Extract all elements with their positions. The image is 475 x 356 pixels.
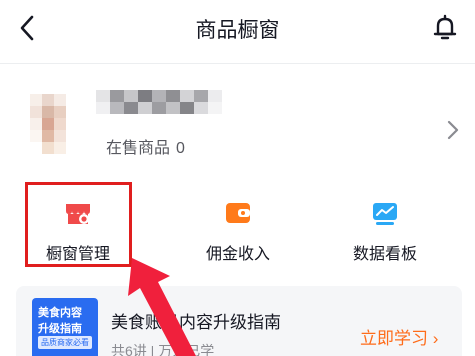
thumbnail-title-line2: 升级指南 xyxy=(38,323,82,335)
wallet-icon xyxy=(226,203,250,223)
annotation-highlight-box xyxy=(25,182,132,267)
chart-board-icon xyxy=(373,203,397,225)
on-sale-products: 在售商品 0 xyxy=(106,134,185,158)
username-pixelated xyxy=(96,90,222,114)
avatar xyxy=(22,88,84,160)
tool-data-board[interactable]: 数据看板 xyxy=(315,180,455,270)
bell-icon[interactable] xyxy=(430,13,460,43)
course-thumbnail: 美食内容 升级指南 品质商家必看 xyxy=(32,298,98,356)
tool-label: 数据看板 xyxy=(352,246,417,263)
page-title: 商品橱窗 xyxy=(195,19,280,42)
tool-label: 佣金收入 xyxy=(205,246,270,263)
on-sale-count: 0 xyxy=(176,140,185,157)
learn-now-button[interactable]: 立即学习 › xyxy=(360,324,438,349)
thumbnail-tag: 品质商家必看 xyxy=(38,336,92,349)
guide-course-card[interactable]: 美食内容 升级指南 品质商家必看 美食账号内容升级指南 共6讲 | 万人已学 立… xyxy=(16,286,462,356)
tool-commission-income[interactable]: 佣金收入 xyxy=(168,180,308,270)
learn-now-label: 立即学习 xyxy=(360,329,428,348)
thumbnail-title-line1: 美食内容 xyxy=(38,307,82,319)
chevron-right-icon: › xyxy=(432,329,439,348)
top-nav-bar: 商品橱窗 xyxy=(0,0,475,56)
course-title: 美食账号内容升级指南 xyxy=(111,313,281,332)
chevron-right-icon[interactable] xyxy=(446,119,460,141)
shop-profile-card[interactable]: 在售商品 0 xyxy=(0,64,475,174)
course-subtitle: 共6讲 | 万人已学 xyxy=(111,343,215,356)
on-sale-label: 在售商品 xyxy=(106,140,171,157)
